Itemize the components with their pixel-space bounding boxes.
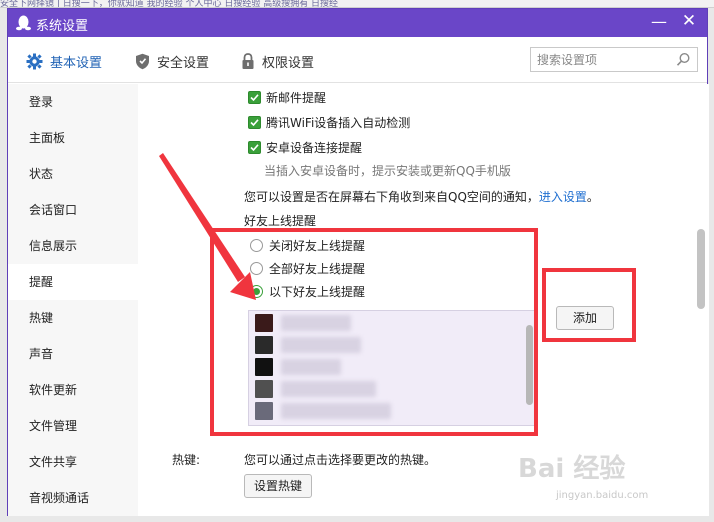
- watermark-logo: Bai 经验: [518, 454, 626, 484]
- annotation-arrow: [159, 153, 256, 300]
- watermark-url: jingyan.baidu.com: [556, 490, 649, 501]
